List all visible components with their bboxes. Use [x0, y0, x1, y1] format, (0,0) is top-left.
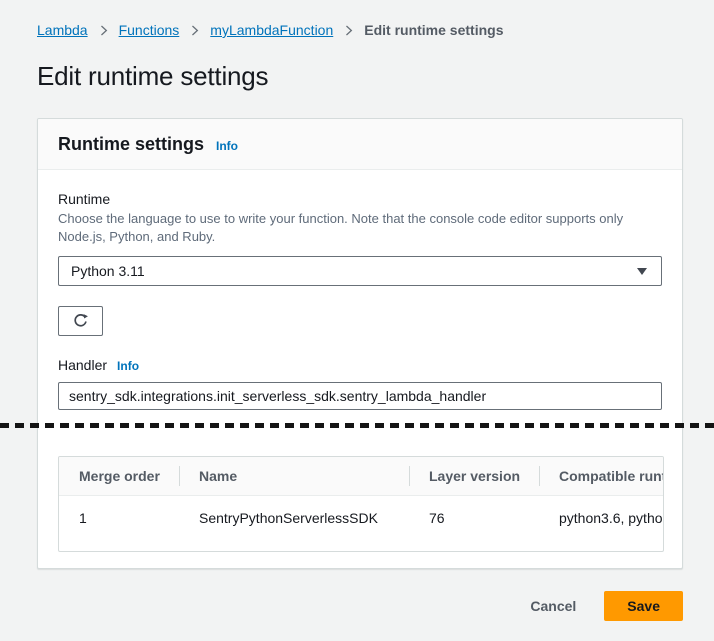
- breadcrumb-link-function-name[interactable]: myLambdaFunction: [210, 22, 333, 39]
- footer-actions: Cancel Save: [37, 591, 683, 621]
- handler-label-row: Handler Info: [58, 356, 662, 374]
- layers-table-header-row: Merge order Name Layer version Compatibl…: [59, 457, 664, 496]
- cell-layer-version: 76: [409, 496, 539, 552]
- column-header-compatible-runtimes: Compatible runtimes: [539, 457, 664, 496]
- chevron-down-icon: [637, 268, 647, 275]
- cell-name: SentryPythonServerlessSDK: [179, 496, 409, 552]
- page-title: Edit runtime settings: [37, 60, 683, 92]
- handler-label: Handler: [58, 356, 107, 374]
- panel-header: Runtime settings Info: [38, 119, 682, 170]
- breadcrumb-link-lambda[interactable]: Lambda: [37, 22, 88, 39]
- runtime-select[interactable]: Python 3.11: [58, 256, 662, 286]
- screenshot-splice-dashed-line: [0, 423, 714, 428]
- panel-info-link[interactable]: Info: [216, 139, 238, 153]
- layers-table-container: Merge order Name Layer version Compatibl…: [58, 456, 664, 552]
- cell-merge-order: 1: [59, 496, 179, 552]
- runtime-select-value: Python 3.11: [71, 263, 145, 279]
- cell-compatible-runtimes: python3.6, python3.7: [539, 496, 664, 552]
- refresh-runtimes-button[interactable]: [58, 306, 103, 336]
- breadcrumb-current: Edit runtime settings: [364, 22, 503, 39]
- panel-body: Runtime Choose the language to use to wr…: [38, 170, 682, 568]
- runtime-label: Runtime: [58, 190, 662, 208]
- save-button[interactable]: Save: [604, 591, 683, 621]
- table-row: 1 SentryPythonServerlessSDK 76 python3.6…: [59, 496, 664, 552]
- cancel-button[interactable]: Cancel: [530, 598, 576, 614]
- breadcrumb: Lambda Functions myLambdaFunction Edit r…: [37, 22, 683, 39]
- column-header-name: Name: [179, 457, 409, 496]
- chevron-right-icon: [97, 24, 110, 37]
- refresh-icon: [72, 313, 89, 330]
- panel-title: Runtime settings: [58, 133, 204, 155]
- column-header-layer-version: Layer version: [409, 457, 539, 496]
- edit-runtime-settings-page: Lambda Functions myLambdaFunction Edit r…: [0, 0, 714, 621]
- handler-input[interactable]: [58, 382, 662, 410]
- breadcrumb-link-functions[interactable]: Functions: [119, 22, 180, 39]
- handler-info-link[interactable]: Info: [117, 359, 139, 373]
- column-header-merge-order: Merge order: [59, 457, 179, 496]
- chevron-right-icon: [342, 24, 355, 37]
- runtime-settings-panel: Runtime settings Info Runtime Choose the…: [37, 118, 683, 569]
- layers-table: Merge order Name Layer version Compatibl…: [59, 457, 664, 551]
- runtime-description: Choose the language to use to write your…: [58, 210, 662, 246]
- chevron-right-icon: [188, 24, 201, 37]
